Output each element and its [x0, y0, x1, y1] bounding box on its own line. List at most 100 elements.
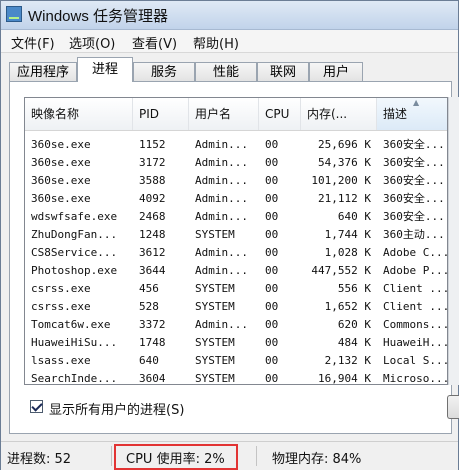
image-name-cell: Tomcat6w.exe [31, 318, 111, 331]
cpu-cell: 00 [265, 228, 279, 241]
user-name-cell: Admin... [195, 174, 248, 187]
description-cell: 360安全... [383, 210, 445, 223]
show-all-users-checkbox[interactable] [30, 400, 43, 413]
show-all-users-label: 显示所有用户的进程(S) [49, 403, 185, 418]
description-cell: Adobe C... [383, 246, 448, 259]
process-row[interactable]: CS8Service... 3612 Admin... 00 1,028 K Adobe … [25, 244, 448, 262]
user-name-cell: SYSTEM [195, 354, 235, 367]
task-manager-app-icon [6, 6, 22, 22]
process-row[interactable]: HuaweiHiSu... 1748 SYSTEM 00 484 K HuaweiH... [25, 334, 447, 352]
process-row[interactable]: SearchInde... 3604 SYSTEM 00 16,904 K Microso… [25, 370, 448, 385]
menu-file[interactable]: 文件(F) [11, 33, 55, 52]
pid-cell: 1248 [139, 228, 166, 241]
cpu-cell: 00 [265, 210, 279, 223]
image-name-cell: 360se.exe [31, 174, 91, 187]
menu-view[interactable]: 查看(V) [132, 33, 177, 52]
image-name-cell: Photoshop.exe [31, 264, 118, 277]
process-row[interactable]: csrss.exe 528 SYSTEM 00 1,652 K Client ... [25, 298, 447, 316]
pid-cell: 528 [139, 300, 159, 313]
pid-cell: 3612 [139, 246, 166, 259]
process-list-header: 映像名称 PID 用户名 CPU 内存(... 描述 ▲ [25, 98, 447, 131]
status-physical-memory: 物理内存: 84% [272, 452, 362, 467]
column-header-description-label: 描述 [383, 107, 408, 121]
memory-cell: 16,904 K [318, 372, 371, 385]
process-row[interactable]: Tomcat6w.exe 3372 Admin... 00 620 K Commons..… [25, 316, 448, 334]
column-header-memory[interactable]: 内存(... [301, 98, 377, 130]
memory-cell: 21,112 K [318, 192, 371, 205]
tab-applications[interactable]: 应用程序 [9, 62, 77, 81]
description-cell: Microso... [383, 372, 448, 385]
tab-users[interactable]: 用户 [309, 62, 363, 81]
user-name-cell: Admin... [195, 246, 248, 259]
cpu-cell: 00 [265, 192, 279, 205]
process-row[interactable]: 360se.exe 1152 Admin... 00 25,696 K 360安全... [25, 136, 447, 154]
memory-cell: 447,552 K [311, 264, 371, 277]
pid-cell: 3172 [139, 156, 166, 169]
tab-strip: 应用程序 进程 服务 性能 联网 用户 [9, 57, 449, 82]
description-cell: 360安全... [383, 156, 445, 169]
pid-cell: 4092 [139, 192, 166, 205]
image-name-cell: SearchInde... [31, 372, 118, 385]
column-header-user-name[interactable]: 用户名 [189, 98, 259, 130]
cpu-cell: 00 [265, 282, 279, 295]
process-row[interactable]: wdswfsafe.exe 2468 Admin... 00 640 K 360安全... [25, 208, 447, 226]
image-name-cell: wdswfsafe.exe [31, 210, 118, 223]
tab-performance[interactable]: 性能 [195, 62, 257, 81]
process-row[interactable]: csrss.exe 456 SYSTEM 00 556 K Client ... [25, 280, 448, 298]
end-process-button[interactable] [447, 395, 459, 419]
pid-cell: 640 [139, 354, 159, 367]
user-name-cell: SYSTEM [195, 336, 235, 349]
pid-cell: 1152 [139, 138, 166, 151]
process-row[interactable]: ZhuDongFan... 1248 SYSTEM 00 1,744 K 360主动... [25, 226, 447, 244]
cpu-cell: 00 [265, 138, 279, 151]
process-list-scrollbar[interactable] [448, 97, 459, 385]
pid-cell: 1748 [139, 336, 166, 349]
cpu-cell: 00 [265, 156, 279, 169]
column-header-description[interactable]: 描述 ▲ [377, 98, 447, 130]
image-name-cell: lsass.exe [31, 354, 91, 367]
tab-networking[interactable]: 联网 [257, 62, 309, 81]
cpu-cell: 00 [265, 336, 279, 349]
cpu-cell: 00 [265, 246, 279, 259]
memory-cell: 25,696 K [318, 138, 371, 151]
process-row[interactable]: 360se.exe 4092 Admin... 00 21,112 K 360安全... [25, 190, 447, 208]
process-row[interactable]: Photoshop.exe 3644 Admin... 00 447,552 K Adob… [25, 262, 447, 280]
description-cell: 360主动... [383, 228, 445, 241]
user-name-cell: SYSTEM [195, 372, 235, 385]
image-name-cell: csrss.exe [31, 282, 91, 295]
user-name-cell: Admin... [195, 156, 248, 169]
description-cell: Commons... [383, 318, 448, 331]
cpu-cell: 00 [265, 300, 279, 313]
description-cell: Client ... [383, 282, 448, 295]
title-bar[interactable]: Windows 任务管理器 [1, 1, 458, 30]
status-divider [256, 446, 257, 466]
menu-options[interactable]: 选项(O) [69, 33, 115, 52]
process-row[interactable]: lsass.exe 640 SYSTEM 00 2,132 K Local S... [25, 352, 448, 370]
process-row[interactable]: 360se.exe 3588 Admin... 00 101,200 K 360安全... [25, 172, 447, 190]
user-name-cell: SYSTEM [195, 282, 235, 295]
process-row[interactable]: 360se.exe 3172 Admin... 00 54,376 K 360安全... [25, 154, 447, 172]
tab-processes[interactable]: 进程 [77, 57, 133, 82]
pid-cell: 3644 [139, 264, 166, 277]
pid-cell: 456 [139, 282, 159, 295]
user-name-cell: SYSTEM [195, 228, 235, 241]
user-name-cell: Admin... [195, 210, 248, 223]
cpu-cell: 00 [265, 174, 279, 187]
process-list[interactable]: 映像名称 PID 用户名 CPU 内存(... 描述 ▲ 360se.exe 11… [24, 97, 448, 385]
sort-ascending-icon: ▲ [413, 98, 420, 107]
column-header-image-name[interactable]: 映像名称 [25, 98, 133, 130]
column-header-cpu[interactable]: CPU [259, 98, 301, 130]
window-title: Windows 任务管理器 [28, 8, 169, 25]
image-name-cell: csrss.exe [31, 300, 91, 313]
description-cell: Local S... [383, 354, 448, 367]
memory-cell: 556 K [337, 282, 371, 295]
pid-cell: 2468 [139, 210, 166, 223]
status-divider [111, 446, 112, 466]
tab-services[interactable]: 服务 [133, 62, 195, 81]
user-name-cell: Admin... [195, 138, 248, 151]
image-name-cell: 360se.exe [31, 138, 91, 151]
menu-bar: 文件(F) 选项(O) 查看(V) 帮助(H) [1, 30, 458, 53]
column-header-pid[interactable]: PID [133, 98, 189, 130]
pid-cell: 3604 [139, 372, 166, 385]
menu-help[interactable]: 帮助(H) [193, 33, 239, 52]
